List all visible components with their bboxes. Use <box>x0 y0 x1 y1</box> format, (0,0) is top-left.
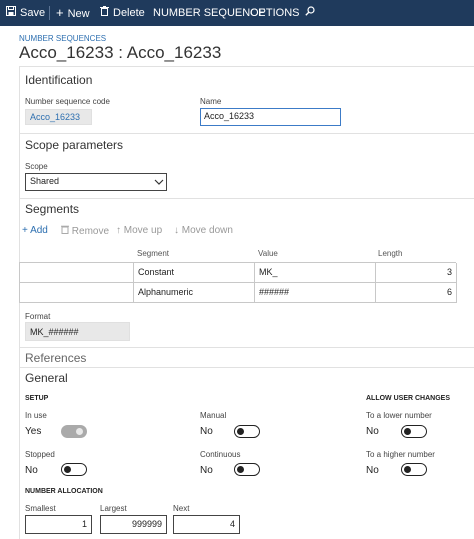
segment-cell[interactable]: Alphanumeric <box>134 283 255 303</box>
scope-header[interactable]: Scope parameters <box>25 138 123 152</box>
manual-toggle[interactable] <box>234 425 260 438</box>
divider <box>19 66 474 67</box>
format-field[interactable]: MK_###### <box>25 322 130 341</box>
save-icon <box>6 0 16 26</box>
segments-header[interactable]: Segments <box>25 202 79 216</box>
delete-button[interactable]: Delete <box>100 0 145 26</box>
arrow-up-icon: ↑ <box>116 225 121 236</box>
move-up-label: Move up <box>123 225 163 236</box>
column-header-value[interactable]: Value <box>258 249 278 258</box>
continuous-label: Continuous <box>200 450 241 459</box>
number-sequence-menu[interactable]: NUMBER SEQUENCE <box>153 0 265 26</box>
row-selector[interactable] <box>20 263 134 283</box>
segment-cell[interactable]: Constant <box>134 263 255 283</box>
column-header-length[interactable]: Length <box>378 249 402 258</box>
manual-value: No <box>200 426 213 437</box>
add-label: Add <box>30 225 48 236</box>
toggle-knob <box>64 465 71 473</box>
largest-input[interactable]: 999999 <box>100 515 167 534</box>
search-button[interactable] <box>305 0 315 26</box>
move-down-button[interactable]: ↓ Move down <box>174 225 233 236</box>
row-selector[interactable] <box>20 283 134 303</box>
divider <box>19 347 474 348</box>
scope-label: Scope <box>25 162 48 171</box>
move-up-button[interactable]: ↑ Move up <box>116 225 162 236</box>
chevron-down-icon <box>154 176 164 185</box>
higher-number-toggle[interactable] <box>401 463 427 476</box>
divider <box>19 133 474 134</box>
allow-user-changes-header: ALLOW USER CHANGES <box>366 395 450 402</box>
plus-icon: + <box>22 225 28 236</box>
value-cell[interactable]: ###### <box>255 283 376 303</box>
page-title: Acco_16233 : Acco_16233 <box>19 43 222 62</box>
smallest-label: Smallest <box>25 504 56 513</box>
action-toolbar: Save + New Delete NUMBER SEQUENCE OPTIONS <box>0 0 474 26</box>
general-header[interactable]: General <box>25 371 68 385</box>
lower-number-value: No <box>366 426 379 437</box>
next-label: Next <box>173 504 190 513</box>
scope-select[interactable]: Shared <box>25 173 167 191</box>
lower-number-label: To a lower number <box>366 411 432 420</box>
arrow-down-icon: ↓ <box>174 225 179 236</box>
name-label: Name <box>200 97 222 106</box>
add-segment-button[interactable]: + Add <box>22 225 48 236</box>
references-header[interactable]: References <box>25 351 86 365</box>
in-use-toggle[interactable] <box>61 425 87 438</box>
largest-label: Largest <box>100 504 127 513</box>
trash-icon <box>61 225 72 237</box>
trash-icon <box>100 0 109 26</box>
continuous-toggle[interactable] <box>234 463 260 476</box>
smallest-input[interactable]: 1 <box>25 515 92 534</box>
breadcrumb[interactable]: NUMBER SEQUENCES <box>19 34 106 43</box>
segments-grid: Constant MK_ 3 Alphanumeric ###### 6 <box>19 262 457 303</box>
divider <box>19 198 474 199</box>
identification-header[interactable]: Identification <box>25 73 92 87</box>
stopped-label: Stopped <box>25 450 55 459</box>
length-cell[interactable]: 3 <box>376 263 457 283</box>
name-input[interactable]: Acco_16233 <box>200 108 341 126</box>
plus-icon: + <box>56 5 64 20</box>
toggle-knob <box>404 427 411 435</box>
manual-label: Manual <box>200 411 227 420</box>
divider <box>19 367 474 368</box>
length-cell[interactable]: 6 <box>376 283 457 303</box>
setup-header: SETUP <box>25 395 49 402</box>
stopped-value: No <box>25 465 38 476</box>
search-icon <box>305 6 315 19</box>
in-use-label: In use <box>25 411 47 420</box>
toggle-knob <box>404 465 411 473</box>
next-input[interactable]: 4 <box>173 515 240 534</box>
new-label: New <box>67 8 90 20</box>
remove-label: Remove <box>71 226 110 237</box>
in-use-value: Yes <box>25 426 42 437</box>
scope-value: Shared <box>30 176 60 186</box>
continuous-value: No <box>200 465 213 476</box>
higher-number-value: No <box>366 465 379 476</box>
number-allocation-header: NUMBER ALLOCATION <box>25 488 103 495</box>
stopped-toggle[interactable] <box>61 463 87 476</box>
lower-number-toggle[interactable] <box>401 425 427 438</box>
value-cell[interactable]: MK_ <box>255 263 376 283</box>
move-down-label: Move down <box>181 225 233 236</box>
delete-label: Delete <box>113 7 145 19</box>
toolbar-divider <box>49 6 50 20</box>
save-button[interactable]: Save <box>6 0 45 26</box>
options-menu[interactable]: OPTIONS <box>250 0 300 26</box>
toggle-knob <box>76 427 83 435</box>
save-label: Save <box>20 7 46 19</box>
format-label: Format <box>25 312 51 321</box>
new-button[interactable]: + New <box>56 0 90 26</box>
column-header-segment[interactable]: Segment <box>137 249 169 258</box>
number-sequence-code-field[interactable]: Acco_16233 <box>25 109 92 125</box>
toggle-knob <box>237 465 244 473</box>
higher-number-label: To a higher number <box>366 450 435 459</box>
toggle-knob <box>237 427 244 435</box>
code-label: Number sequence code <box>25 97 110 106</box>
remove-segment-button[interactable]: Remove <box>61 225 109 237</box>
